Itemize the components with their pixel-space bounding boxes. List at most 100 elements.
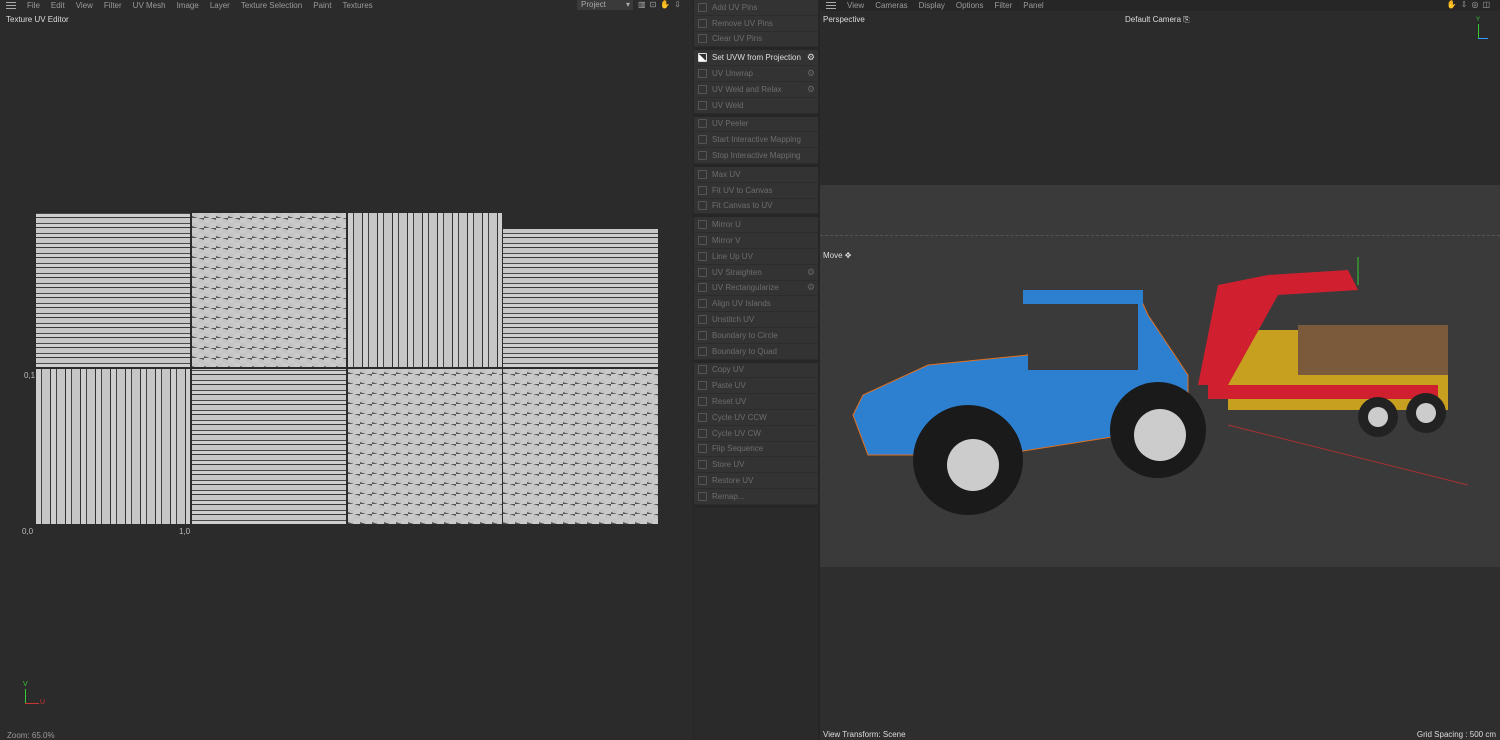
command-align-uv-islands[interactable]: Align UV Islands (694, 296, 818, 313)
arrow-down-icon[interactable]: ⇩ (674, 0, 685, 9)
command-remove-uv-pins[interactable]: Remove UV Pins (694, 16, 818, 32)
menu-texture-selection[interactable]: Texture Selection (241, 1, 302, 10)
viewport-menubar: View Cameras Display Options Filter Panel (820, 0, 1500, 11)
menu-options[interactable]: Options (956, 1, 984, 10)
command-uv-rectangularize[interactable]: UV Rectangularize ⚙ (694, 281, 818, 297)
stop-icon (698, 151, 707, 161)
command-clear-uv-pins[interactable]: Clear UV Pins (694, 32, 818, 48)
project-select[interactable]: Project ▾ (577, 0, 633, 10)
command-uv-unwrap[interactable]: UV Unwrap ⚙ (694, 66, 818, 82)
command-boundary-to-quad[interactable]: Boundary to Quad (694, 344, 818, 360)
move-icon[interactable]: ⇩ (1461, 0, 1472, 9)
hand-icon[interactable]: ✋ (660, 0, 674, 9)
command-cycle-uv-cw[interactable]: Cycle UV CW (694, 426, 818, 442)
uv-canvas[interactable] (36, 213, 658, 524)
command-restore-uv[interactable]: Restore UV (694, 473, 818, 489)
maximize-icon[interactable]: ◫ (1482, 0, 1494, 9)
command-fit-uv-to-canvas[interactable]: Fit UV to Canvas (694, 183, 818, 199)
pin-remove-icon (698, 18, 707, 28)
remap-icon (698, 491, 707, 501)
unstitch-icon (698, 315, 707, 325)
menu-view[interactable]: View (76, 1, 93, 10)
hamburger-icon[interactable] (6, 2, 16, 9)
command-mirror-u[interactable]: Mirror U (694, 217, 818, 234)
axis-y-label: Y (1476, 17, 1481, 23)
menu-textures[interactable]: Textures (342, 1, 372, 10)
command-group: Add UV Pins Remove UV Pins Clear UV Pins (694, 0, 818, 51)
command-flip-sequence[interactable]: Flip Sequence (694, 442, 818, 458)
rectangularize-icon (698, 283, 707, 293)
paste-icon (698, 381, 707, 391)
command-add-uv-pins[interactable]: Add UV Pins (694, 0, 818, 16)
texture-uv-editor-panel: File Edit View Filter UV Mesh Image Layer Textu… (0, 0, 693, 740)
mirror-v-icon (698, 236, 707, 246)
gear-icon[interactable]: ⚙ (807, 52, 815, 63)
menu-edit[interactable]: Edit (51, 1, 65, 10)
command-group: Set UVW from Projection ⚙ UV Unwrap ⚙ UV Wel… (694, 50, 818, 117)
command-line-up-uv[interactable]: Line Up UV (694, 249, 818, 265)
pin-icon (698, 2, 707, 12)
menu-file[interactable]: File (27, 1, 40, 10)
circle-icon (698, 330, 707, 340)
menu-paint[interactable]: Paint (313, 1, 331, 10)
command-uv-peeler[interactable]: UV Peeler (694, 117, 818, 133)
menu-layer[interactable]: Layer (210, 1, 230, 10)
origin-label: 0,0 (22, 527, 34, 536)
command-set-uvw-from-projection[interactable]: Set UVW from Projection ⚙ (694, 50, 818, 67)
viewport-panel: View Cameras Display Options Filter Panel ✋⇩◎… (820, 0, 1500, 740)
command-remap[interactable]: Remap... (694, 489, 818, 505)
gear-icon[interactable]: ⚙ (807, 68, 815, 79)
chart-icon[interactable]: ▥ (638, 0, 650, 9)
command-start-interactive-mapping[interactable]: Start Interactive Mapping (694, 132, 818, 149)
menu-display[interactable]: Display (919, 1, 945, 10)
command-copy-uv[interactable]: Copy UV (694, 363, 818, 379)
menu-view[interactable]: View (847, 1, 864, 10)
panel-title: Texture UV Editor (6, 15, 69, 24)
menu-panel[interactable]: Panel (1023, 1, 1043, 10)
command-group: UV Peeler Start Interactive Mapping Stop I… (694, 116, 818, 167)
command-reset-uv[interactable]: Reset UV (694, 394, 818, 410)
command-store-uv[interactable]: Store UV (694, 457, 818, 474)
menu-filter[interactable]: Filter (104, 1, 122, 10)
command-fit-canvas-to-uv[interactable]: Fit Canvas to UV (694, 199, 818, 215)
menu-filter[interactable]: Filter (994, 1, 1012, 10)
gear-icon[interactable]: ⚙ (807, 267, 815, 278)
gear-icon[interactable]: ⚙ (807, 282, 815, 293)
ccw-icon (698, 412, 707, 422)
command-uv-weld-and-relax[interactable]: UV Weld and Relax ⚙ (694, 82, 818, 98)
command-uv-weld[interactable]: UV Weld (694, 98, 818, 114)
line-up-icon (698, 251, 707, 261)
quad-icon (698, 346, 707, 356)
gear-icon[interactable]: ⚙ (807, 84, 815, 95)
flip-icon (698, 444, 707, 454)
weld-icon (698, 100, 707, 110)
uv-commands-panel: Add UV Pins Remove UV Pins Clear UV Pins Se… (694, 0, 818, 740)
camera-label[interactable]: Default Camera ⎘ (1125, 15, 1190, 25)
weld-relax-icon (698, 84, 707, 94)
lock-icon[interactable]: ⊡ (650, 0, 661, 9)
menu-cameras[interactable]: Cameras (875, 1, 907, 10)
projection-icon (698, 53, 707, 63)
orbit-icon[interactable]: ◎ (1471, 0, 1482, 9)
command-mirror-v[interactable]: Mirror V (694, 233, 818, 249)
command-group: Copy UV Paste UV Reset UV Cycle UV CCW Cycle… (694, 362, 818, 508)
command-stop-interactive-mapping[interactable]: Stop Interactive Mapping (694, 148, 818, 164)
tractor-model[interactable] (848, 255, 1468, 530)
command-unstitch-uv[interactable]: Unstitch UV (694, 312, 818, 328)
menu-image[interactable]: Image (177, 1, 199, 10)
straighten-icon (698, 267, 707, 277)
copy-icon (698, 365, 707, 375)
command-cycle-uv-ccw[interactable]: Cycle UV CCW (694, 410, 818, 426)
v1-label: 0,1 (24, 371, 36, 380)
command-boundary-to-circle[interactable]: Boundary to Circle (694, 328, 818, 344)
hamburger-icon[interactable] (826, 2, 836, 9)
hand-icon[interactable]: ✋ (1447, 0, 1461, 9)
max-icon (698, 169, 707, 179)
menu-uv-mesh[interactable]: UV Mesh (133, 1, 166, 10)
command-paste-uv[interactable]: Paste UV (694, 378, 818, 395)
play-icon (698, 135, 707, 145)
reset-icon (698, 397, 707, 407)
command-max-uv[interactable]: Max UV (694, 167, 818, 183)
command-uv-straighten[interactable]: UV Straighten ⚙ (694, 265, 818, 281)
align-icon (698, 299, 707, 309)
